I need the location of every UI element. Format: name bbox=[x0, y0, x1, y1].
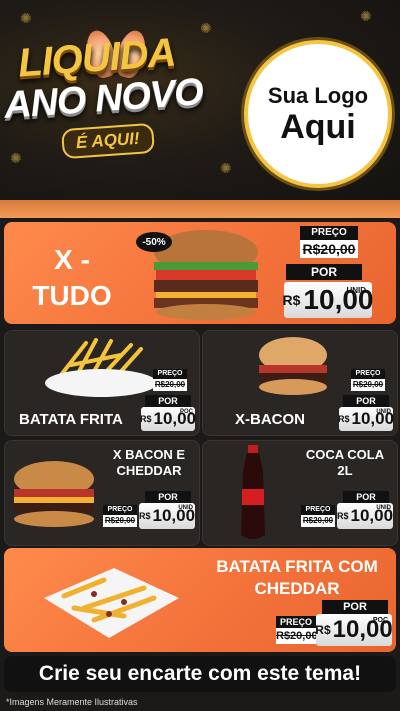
preco-label: PREÇO bbox=[300, 226, 358, 240]
promo-tag: É AQUI! bbox=[61, 122, 155, 160]
unit-label: UNID bbox=[376, 409, 391, 415]
por-label: POR bbox=[343, 491, 389, 503]
unit-label: UNID bbox=[346, 286, 366, 295]
current-price: R$ 10,00 UNID bbox=[337, 407, 394, 431]
por-label: POR bbox=[145, 395, 191, 407]
discount-badge: -50% bbox=[136, 232, 172, 252]
firework-icon: ✺ bbox=[10, 150, 22, 166]
por-label: POR bbox=[145, 491, 191, 503]
fries-cheddar-image bbox=[44, 568, 179, 638]
currency: R$ bbox=[138, 511, 151, 521]
por-label: POR bbox=[343, 395, 389, 407]
cta-banner[interactable]: Crie seu encarte com este tema! bbox=[4, 656, 396, 692]
unit-label: UNID bbox=[178, 505, 193, 511]
por-label: POR bbox=[322, 600, 388, 614]
currency: R$ bbox=[336, 511, 349, 521]
old-price: R$20,00 bbox=[103, 515, 137, 527]
currency: R$ bbox=[337, 414, 350, 424]
old-price: R$20,00 bbox=[301, 515, 335, 527]
product-name: X BACON E CHEDDAR bbox=[112, 447, 186, 478]
currency: R$ bbox=[315, 623, 331, 637]
product-name: X - TUDO bbox=[32, 244, 112, 311]
logo-text-line1: Sua Logo bbox=[267, 83, 369, 108]
current-price: R$ 10,00 UNID bbox=[282, 282, 374, 318]
old-price: R$20,00 bbox=[351, 379, 385, 391]
divider-stripe bbox=[0, 200, 400, 218]
logo-placeholder[interactable]: Sua Logo Aqui bbox=[244, 40, 392, 188]
firework-icon: ✺ bbox=[20, 10, 32, 26]
product-card-coca[interactable]: COCA COLA 2L PREÇO R$20,00 POR R$ 10,00 … bbox=[202, 440, 398, 546]
logo-text-line2: Aqui bbox=[280, 108, 356, 146]
unit-label: UNID bbox=[376, 505, 391, 511]
product-name: X-BACON bbox=[235, 411, 305, 428]
disclaimer-note: *Imagens Meramente Ilustrativas bbox=[6, 697, 138, 707]
preco-label: PREÇO bbox=[276, 616, 316, 628]
product-name: COCA COLA 2L bbox=[305, 447, 385, 478]
old-price: R$20,00 bbox=[276, 628, 318, 644]
old-price: R$20,00 bbox=[300, 240, 358, 258]
por-label: POR bbox=[286, 264, 362, 280]
product-card-batata[interactable]: BATATA FRITA PREÇO R$20,00 POR R$ 10,00 … bbox=[4, 330, 200, 436]
current-price: R$ 10,00 POÇ bbox=[315, 614, 393, 646]
current-price: R$ 10,00 UNID bbox=[337, 503, 393, 529]
product-card-xtudo[interactable]: X - TUDO PREÇO R$20,00 POR R$ 10,00 UNID bbox=[4, 222, 396, 324]
soda-bottle-image bbox=[241, 445, 265, 539]
product-card-xbacon[interactable]: X-BACON PREÇO R$20,00 POR R$ 10,00 UNID bbox=[202, 330, 398, 436]
old-price: R$20,00 bbox=[153, 379, 187, 391]
header-banner: ✺ ✺ ✺ ✺ ✺ LIQUIDA ANO NOVO É AQUI! Sua L… bbox=[0, 0, 400, 205]
currency: R$ bbox=[282, 292, 301, 308]
firework-icon: ✺ bbox=[200, 20, 212, 36]
preco-label: PREÇO bbox=[103, 505, 137, 515]
product-name: BATATA FRITA COM CHEDDAR bbox=[216, 557, 378, 598]
product-card-xbaconcheddar[interactable]: X BACON E CHEDDAR PREÇO R$20,00 POR R$ 1… bbox=[4, 440, 200, 546]
product-name: BATATA FRITA bbox=[19, 411, 123, 428]
current-price: R$ 10,00 POÇ bbox=[139, 407, 196, 431]
burger-image bbox=[14, 461, 94, 527]
unit-label: POÇ bbox=[179, 409, 193, 415]
currency: R$ bbox=[139, 414, 152, 424]
burger-image bbox=[259, 337, 327, 395]
current-price: R$ 10,00 UNID bbox=[139, 503, 195, 529]
unit-label: POÇ bbox=[372, 617, 388, 624]
preco-label: PREÇO bbox=[301, 505, 335, 515]
product-card-batatacheddar[interactable]: BATATA FRITA COM CHEDDAR PREÇO R$20,00 P… bbox=[4, 548, 396, 652]
preco-label: PREÇO bbox=[351, 369, 385, 379]
fries-image bbox=[45, 338, 157, 397]
firework-icon: ✺ bbox=[220, 160, 232, 176]
firework-icon: ✺ bbox=[360, 8, 372, 24]
preco-label: PREÇO bbox=[153, 369, 187, 379]
